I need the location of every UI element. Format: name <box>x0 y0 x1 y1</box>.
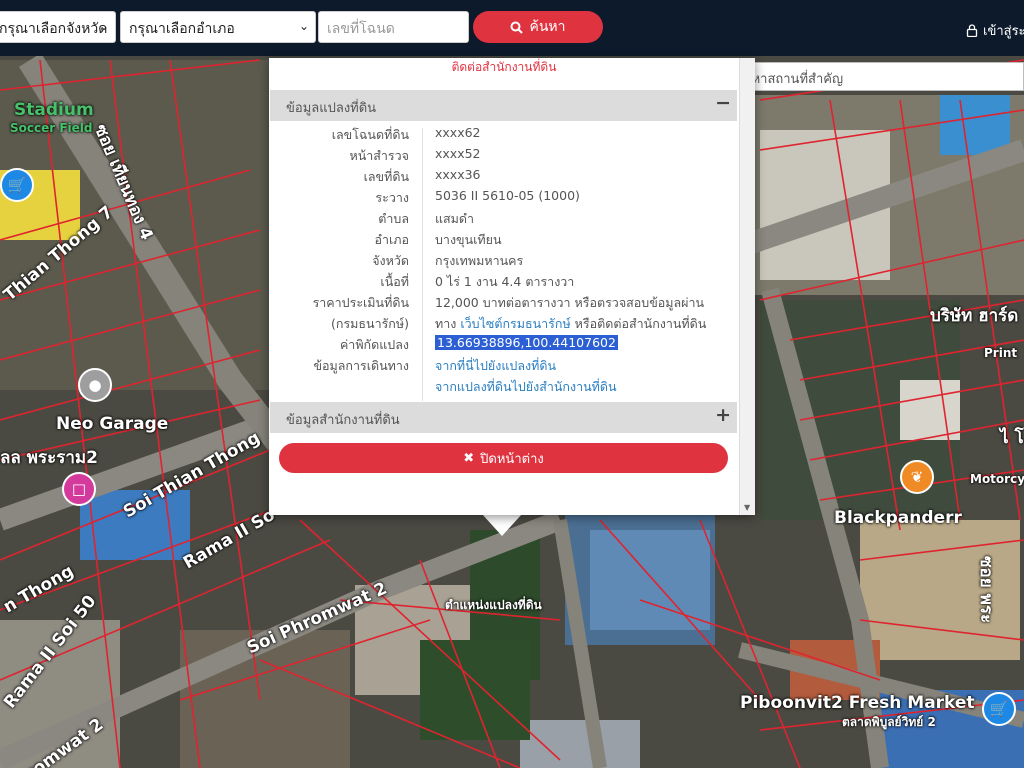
row-value: 13.66938896,100.44107602 <box>435 335 618 350</box>
table-row: ระวาง 5036 II 5610-05 (1000) <box>269 188 737 209</box>
coordinates-value[interactable]: 13.66938896,100.44107602 <box>435 335 618 350</box>
row-value: xxxx62 <box>435 125 481 140</box>
row-label: (กรมธนารักษ์) <box>331 316 409 331</box>
row-value: ทาง เว็บไซต์กรมธนารักษ์ หรือติดต่อสำนักง… <box>435 314 706 334</box>
land-info-table: เลขโฉนดที่ดิน xxxx62 หน้าสำรวจ xxxx52 เล… <box>269 125 737 398</box>
map-label-print: Print <box>984 346 1018 360</box>
table-row: อำเภอ บางขุนเทียน <box>269 230 737 251</box>
close-icon: ✖ <box>463 450 475 466</box>
table-row: (กรมธนารักษ์) ทาง เว็บไซต์กรมธนารักษ์ หร… <box>269 314 737 335</box>
row-label: ค่าพิกัดแปลง <box>339 337 409 352</box>
close-window-label: ปิดหน้าต่าง <box>480 451 544 467</box>
treasury-website-link[interactable]: เว็บไซต์กรมธนารักษ์ <box>460 316 570 331</box>
popup-pointer <box>482 514 522 536</box>
popup-scrollbar[interactable]: ▼ <box>739 58 755 515</box>
land-info-popup: ติดต่อสำนักงานที่ดิน ข้อมูลแปลงที่ดิน − … <box>269 58 755 515</box>
row-value-suffix: หรือติดต่อสำนักงานที่ดิน <box>570 316 707 331</box>
row-label: ราคาประเมินที่ดิน <box>312 295 409 310</box>
landmark-search-input[interactable]: ค้นหาสถานที่สำคัญ <box>727 62 1024 91</box>
row-label: เลขโฉนดที่ดิน <box>331 127 409 142</box>
table-row: ค่าพิกัดแปลง 13.66938896,100.44107602 <box>269 335 737 356</box>
map-label-company: บริษัท ฮาร์ด <box>930 306 1019 326</box>
row-label: อำเภอ <box>374 232 409 247</box>
table-row: จากแปลงที่ดินไปยังสำนักงานที่ดิน <box>269 377 737 398</box>
row-value: จากแปลงที่ดินไปยังสำนักงานที่ดิน <box>435 377 617 397</box>
garage-poi-icon[interactable]: ● <box>78 368 112 402</box>
table-row: จังหวัด กรุงเทพมหานคร <box>269 251 737 272</box>
map-label-stadium: Stadium <box>14 100 94 120</box>
table-row: ข้อมูลการเดินทาง จากที่นี่ไปยังแปลงที่ดิ… <box>269 356 737 377</box>
close-window-button[interactable]: ✖ ปิดหน้าต่าง <box>279 443 728 473</box>
top-navbar: กรุณาเลือกจังหวัด ⌄ กรุณาเลือกอำเภอ ⌄ เล… <box>0 0 1024 56</box>
row-label: ข้อมูลการเดินทาง <box>313 358 409 373</box>
row-value: กรุงเทพมหานคร <box>435 253 524 268</box>
row-value: 0 ไร่ 1 งาน 4.4 ตารางวา <box>435 274 575 289</box>
table-row: เลขที่ดิน xxxx36 <box>269 167 737 188</box>
directions-to-land-link[interactable]: จากที่นี่ไปยังแปลงที่ดิน <box>435 358 556 373</box>
chevron-down-icon: ⌄ <box>298 19 309 33</box>
map-label-piboonvit: Piboonvit2 Fresh Market <box>740 693 975 713</box>
row-value: 5036 II 5610-05 (1000) <box>435 188 580 203</box>
row-value-prefix: ทาง <box>435 316 461 331</box>
map-label-soccer-field: Soccer Field <box>10 121 93 135</box>
map-label-piboonvit-th: ตลาดพิบูลย์วิทย์ 2 <box>842 715 936 729</box>
land-info-panel-title: ข้อมูลแปลงที่ดิน <box>286 101 377 116</box>
row-label: ระวาง <box>375 190 409 205</box>
search-icon <box>510 21 524 34</box>
row-value: 12,000 บาทต่อตารางวา หรือตรวจสอบข้อมูลผ่… <box>435 295 705 310</box>
login-link[interactable]: เข้าสู่ระ <box>966 20 1024 41</box>
row-label: เลขที่ดิน <box>363 169 409 184</box>
map-label-neo-garage: Neo Garage <box>56 414 169 434</box>
land-pin-label: ตำแหน่งแปลงที่ดิน <box>445 598 542 612</box>
table-row: ราคาประเมินที่ดิน 12,000 บาทต่อตารางวา ห… <box>269 293 737 314</box>
restaurant-poi-icon[interactable]: ❦ <box>900 460 934 494</box>
row-value: xxxx36 <box>435 167 481 182</box>
map-label-motorcyc: Motorcyc <box>970 472 1024 486</box>
province-select-value: กรุณาเลือกจังหวัด <box>0 21 108 37</box>
row-label: หน้าสำรวจ <box>349 148 409 163</box>
deed-number-input[interactable]: เลขที่โฉนด <box>318 11 469 43</box>
land-office-panel-title: ข้อมูลสำนักงานที่ดิน <box>286 413 400 428</box>
chevron-down-icon: ⌄ <box>98 19 109 33</box>
lock-icon <box>966 24 978 37</box>
table-row: ตำบล แสมดำ <box>269 209 737 230</box>
market-poi-icon[interactable]: 🛒 <box>982 692 1016 726</box>
expand-icon[interactable]: + <box>715 404 731 426</box>
map-label-rama2: ลล พระราม2 <box>0 448 98 468</box>
row-label: ตำบล <box>378 211 409 226</box>
row-value: xxxx52 <box>435 146 481 161</box>
row-value: แสมดำ <box>435 211 475 226</box>
land-info-panel-header[interactable]: ข้อมูลแปลงที่ดิน − <box>270 90 737 121</box>
map-label-north-th: ไ โ <box>1000 428 1024 448</box>
collapse-icon[interactable]: − <box>715 92 731 114</box>
contact-land-office-link[interactable]: ติดต่อสำนักงานที่ดิน <box>269 58 739 77</box>
map-label-blackpanderr: Blackpanderr <box>834 508 962 528</box>
login-link-label: เข้าสู่ระ <box>983 24 1024 39</box>
search-button-label: ค้นหา <box>529 19 566 35</box>
map-label-soi-right: ซอย พระ <box>976 556 996 624</box>
shopping-poi-icon[interactable]: 🛒 <box>0 168 34 202</box>
land-office-panel-header[interactable]: ข้อมูลสำนักงานที่ดิน + <box>270 402 737 433</box>
table-row: เนื้อที่ 0 ไร่ 1 งาน 4.4 ตารางวา <box>269 272 737 293</box>
province-select[interactable]: กรุณาเลือกจังหวัด ⌄ <box>0 11 116 43</box>
row-value: บางขุนเทียน <box>435 232 502 247</box>
district-select-value: กรุณาเลือกอำเภอ <box>129 21 235 37</box>
table-row: หน้าสำรวจ xxxx52 <box>269 146 737 167</box>
row-value: จากที่นี่ไปยังแปลงที่ดิน <box>435 356 556 376</box>
district-select[interactable]: กรุณาเลือกอำเภอ ⌄ <box>120 11 316 43</box>
store-poi-icon[interactable]: □ <box>62 472 96 506</box>
search-button[interactable]: ค้นหา <box>473 11 603 43</box>
scroll-down-icon[interactable]: ▼ <box>744 503 750 512</box>
row-label: จังหวัด <box>372 253 409 268</box>
directions-to-office-link[interactable]: จากแปลงที่ดินไปยังสำนักงานที่ดิน <box>435 379 617 394</box>
table-row: เลขโฉนดที่ดิน xxxx62 <box>269 125 737 146</box>
row-label: เนื้อที่ <box>380 274 409 289</box>
